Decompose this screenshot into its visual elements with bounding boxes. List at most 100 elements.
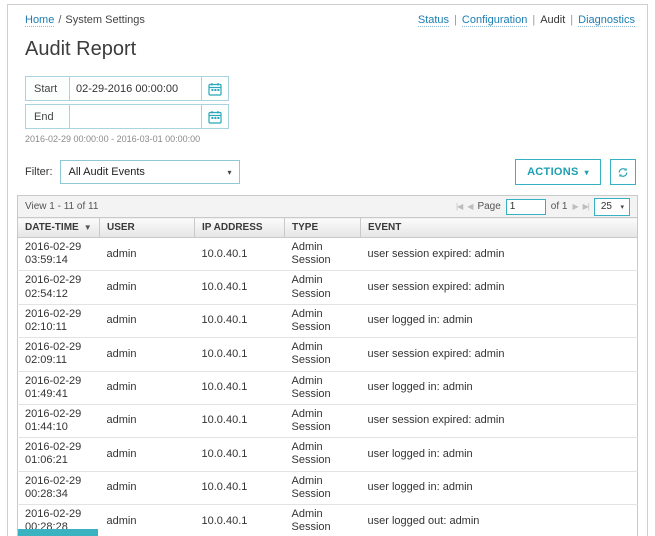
cell-ip-address: 10.0.40.1 [195, 438, 285, 471]
cell-date-time: 2016-02-2903:59:14 [18, 238, 100, 271]
filter-select[interactable]: All Audit Events ▾ [60, 160, 240, 184]
audit-table: DATE-TIME▼ USER IP ADDRESS TYPE EVENT 20… [17, 217, 638, 536]
end-date-calendar-button[interactable] [201, 105, 228, 128]
nav-separator: | [570, 14, 573, 26]
cell-user: admin [100, 505, 195, 536]
last-page-icon[interactable]: ▶| [583, 202, 589, 211]
cell-ip-address: 10.0.40.1 [195, 271, 285, 304]
cell-event: user logged in: admin [361, 304, 638, 337]
breadcrumb-separator: / [58, 14, 61, 26]
cell-date-time: 2016-02-2902:54:12 [18, 271, 100, 304]
page-of-text: of 1 [551, 201, 568, 212]
start-date-group: Start [25, 76, 229, 101]
table-row[interactable]: 2016-02-2903:59:14admin10.0.40.1Admin Se… [18, 238, 638, 271]
cell-user: admin [100, 271, 195, 304]
cell-type: Admin Session [285, 338, 361, 371]
page-size-select[interactable]: 25 ▾ [594, 198, 630, 216]
cell-type: Admin Session [285, 404, 361, 437]
start-date-calendar-button[interactable] [201, 77, 228, 100]
cell-event: user session expired: admin [361, 404, 638, 437]
cell-user: admin [100, 338, 195, 371]
page-size-value: 25 [601, 201, 612, 212]
cell-user: admin [100, 238, 195, 271]
end-date-label: End [26, 105, 70, 128]
cell-type: Admin Session [285, 471, 361, 504]
table-row[interactable]: 2016-02-2900:28:34admin10.0.40.1Admin Se… [18, 471, 638, 504]
cell-date-time: 2016-02-2900:28:34 [18, 471, 100, 504]
end-date-input[interactable] [70, 105, 201, 128]
table-row[interactable]: 2016-02-2901:49:41admin10.0.40.1Admin Se… [18, 371, 638, 404]
table-toolbar: View 1 - 11 of 11 |◀ ◀ Page of 1 ▶ ▶| 25… [17, 195, 638, 217]
cell-date-time: 2016-02-2902:09:11 [18, 338, 100, 371]
cell-user: admin [100, 304, 195, 337]
column-header-date-time[interactable]: DATE-TIME▼ [18, 218, 100, 238]
sort-desc-icon: ▼ [84, 223, 92, 232]
chevron-down-icon: ▾ [620, 203, 624, 211]
end-date-group: End [25, 104, 229, 129]
start-date-input[interactable] [70, 77, 201, 100]
cell-event: user session expired: admin [361, 238, 638, 271]
table-row[interactable]: 2016-02-2902:09:11admin10.0.40.1Admin Se… [18, 338, 638, 371]
cell-event: user session expired: admin [361, 271, 638, 304]
cell-ip-address: 10.0.40.1 [195, 505, 285, 536]
chevron-down-icon: ▾ [585, 168, 589, 177]
audit-report-page: Home / System Settings Status | Configuratio… [7, 4, 648, 536]
cell-date-time: 2016-02-2901:44:10 [18, 404, 100, 437]
cell-event: user logged in: admin [361, 438, 638, 471]
table-header-row: DATE-TIME▼ USER IP ADDRESS TYPE EVENT [18, 218, 638, 238]
next-page-icon[interactable]: ▶ [572, 202, 577, 211]
calendar-icon [208, 82, 222, 96]
page-number-input[interactable] [506, 199, 546, 215]
cell-ip-address: 10.0.40.1 [195, 471, 285, 504]
breadcrumb-home-link[interactable]: Home [25, 14, 54, 27]
cell-ip-address: 10.0.40.1 [195, 404, 285, 437]
cell-date-time: 2016-02-2901:49:41 [18, 371, 100, 404]
start-date-label: Start [26, 77, 70, 100]
actions-button[interactable]: ACTIONS ▾ [515, 159, 601, 185]
cell-date-time: 2016-02-2902:10:11 [18, 304, 100, 337]
column-header-event[interactable]: EVENT [361, 218, 638, 238]
refresh-icon [617, 165, 629, 180]
cell-ip-address: 10.0.40.1 [195, 371, 285, 404]
chevron-down-icon: ▾ [227, 168, 231, 177]
nav-item-configuration[interactable]: Configuration [462, 14, 527, 27]
cell-type: Admin Session [285, 304, 361, 337]
cell-type: Admin Session [285, 505, 361, 536]
cell-type: Admin Session [285, 371, 361, 404]
nav-item-audit[interactable]: Audit [540, 14, 565, 26]
view-count-text: View 1 - 11 of 11 [25, 201, 98, 212]
cell-event: user session expired: admin [361, 338, 638, 371]
cell-event: user logged in: admin [361, 371, 638, 404]
cell-date-time: 2016-02-2901:06:21 [18, 438, 100, 471]
cell-type: Admin Session [285, 238, 361, 271]
partial-table-row[interactable] [18, 529, 98, 536]
cell-event: user logged out: admin [361, 505, 638, 536]
nav-item-diagnostics[interactable]: Diagnostics [578, 14, 635, 27]
table-row[interactable]: 2016-02-2900:28:28admin10.0.40.1Admin Se… [18, 505, 638, 536]
first-page-icon[interactable]: |◀ [456, 202, 462, 211]
table-row[interactable]: 2016-02-2901:06:21admin10.0.40.1Admin Se… [18, 438, 638, 471]
date-range-text: 2016-02-29 00:00:00 - 2016-03-01 00:00:0… [25, 134, 638, 144]
previous-page-icon[interactable]: ◀ [467, 202, 472, 211]
nav-separator: | [532, 14, 535, 26]
cell-event: user logged in: admin [361, 471, 638, 504]
table-body: 2016-02-2903:59:14admin10.0.40.1Admin Se… [18, 238, 638, 536]
nav-item-status[interactable]: Status [418, 14, 449, 27]
refresh-button[interactable] [610, 159, 636, 185]
filter-label: Filter: [25, 166, 53, 178]
table-row[interactable]: 2016-02-2901:44:10admin10.0.40.1Admin Se… [18, 404, 638, 437]
column-header-type[interactable]: TYPE [285, 218, 361, 238]
breadcrumb: Home / System Settings [25, 14, 145, 26]
page-label: Page [477, 201, 500, 212]
cell-user: admin [100, 438, 195, 471]
column-header-ip-address[interactable]: IP ADDRESS [195, 218, 285, 238]
cell-type: Admin Session [285, 271, 361, 304]
breadcrumb-current: System Settings [65, 14, 144, 26]
column-header-user[interactable]: USER [100, 218, 195, 238]
cell-ip-address: 10.0.40.1 [195, 238, 285, 271]
table-row[interactable]: 2016-02-2902:10:11admin10.0.40.1Admin Se… [18, 304, 638, 337]
table-row[interactable]: 2016-02-2902:54:12admin10.0.40.1Admin Se… [18, 271, 638, 304]
cell-type: Admin Session [285, 438, 361, 471]
top-nav: Status|Configuration|Audit|Diagnostics [418, 14, 635, 26]
page-title: Audit Report [25, 38, 638, 61]
